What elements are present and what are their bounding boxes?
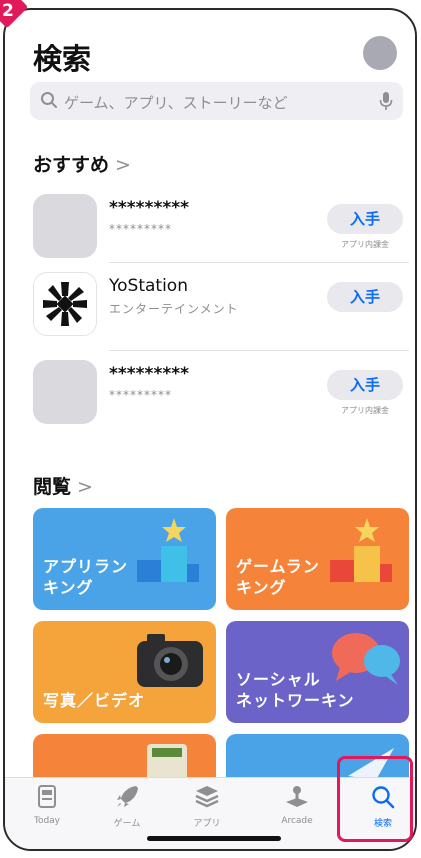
- recommended-app-row[interactable]: YoStation エンターテインメント 入手: [33, 272, 415, 342]
- home-indicator: [147, 836, 281, 841]
- row-divider: [109, 350, 409, 351]
- get-button[interactable]: 入手: [327, 204, 403, 234]
- tab-games[interactable]: ゲーム: [97, 784, 157, 829]
- search-tab-highlight: [337, 756, 413, 842]
- camera-icon: [137, 634, 203, 687]
- step-badge: 2: [0, 0, 34, 34]
- app-subtitle: エンターテインメント: [109, 302, 239, 316]
- tab-label: Today: [33, 816, 61, 826]
- category-label: ゲームラン キング: [236, 557, 320, 597]
- phone-frame: 検索 ゲーム、アプリ、ストーリーなど おすすめ > ********* *****…: [3, 8, 417, 851]
- recommended-app-row[interactable]: ********* ********* 入手 アプリ内課金: [33, 194, 415, 264]
- category-photo-video[interactable]: 写真／ビデオ: [33, 621, 216, 723]
- tab-label: ゲーム: [113, 819, 141, 829]
- today-icon: [38, 785, 56, 808]
- app-name: *********: [109, 364, 190, 384]
- search-field[interactable]: ゲーム、アプリ、ストーリーなど: [30, 82, 403, 120]
- category-game-ranking[interactable]: ゲームラン キング: [226, 508, 409, 610]
- app-name: *********: [109, 198, 190, 218]
- chevron-right-icon: >: [115, 154, 131, 176]
- search-placeholder: ゲーム、アプリ、ストーリーなど: [64, 94, 288, 112]
- chevron-right-icon: >: [77, 476, 93, 498]
- page-title: 検索: [33, 42, 92, 76]
- account-avatar[interactable]: [363, 36, 397, 70]
- app-subtitle: *********: [109, 388, 172, 402]
- category-label: 写真／ビデオ: [43, 691, 146, 710]
- tab-label: アプリ: [193, 819, 221, 829]
- joystick-icon: [286, 786, 308, 807]
- app-icon: [33, 360, 97, 424]
- tab-apps[interactable]: アプリ: [177, 784, 237, 829]
- row-divider: [109, 262, 409, 263]
- get-button[interactable]: 入手: [327, 370, 403, 400]
- in-app-purchase-note: アプリ内課金: [341, 240, 389, 249]
- rocket-icon: [117, 786, 138, 807]
- app-icon: [33, 194, 97, 258]
- tab-label: Arcade: [281, 816, 313, 826]
- app-subtitle: *********: [109, 222, 172, 236]
- microphone-icon[interactable]: [379, 91, 393, 111]
- step-number: 2: [2, 1, 14, 21]
- category-label: アプリラン キング: [43, 557, 129, 597]
- tab-today[interactable]: Today: [17, 784, 77, 826]
- browse-heading[interactable]: 閲覧 >: [33, 472, 93, 499]
- yostation-logo-icon: [43, 282, 87, 326]
- calculator-icon: [147, 744, 187, 780]
- category-label: ソーシャル ネットワーキン: [236, 670, 355, 710]
- get-button[interactable]: 入手: [327, 282, 403, 312]
- browse-title: 閲覧: [33, 476, 72, 498]
- tab-arcade[interactable]: Arcade: [267, 784, 327, 826]
- search-icon: [41, 92, 57, 108]
- in-app-purchase-note: アプリ内課金: [341, 406, 389, 415]
- recommended-app-row[interactable]: ********* ********* 入手 アプリ内課金: [33, 360, 415, 430]
- category-social-networking[interactable]: ソーシャル ネットワーキン: [226, 621, 409, 723]
- podium-star-icon: [137, 518, 199, 582]
- category-app-ranking[interactable]: アプリラン キング: [33, 508, 216, 610]
- recommended-title: おすすめ: [33, 154, 110, 176]
- recommended-heading[interactable]: おすすめ >: [33, 150, 131, 177]
- yostation-app-icon: [33, 272, 97, 336]
- apps-stack-icon: [195, 786, 219, 808]
- podium-star-icon: [330, 518, 392, 582]
- app-name: YoStation: [109, 276, 188, 296]
